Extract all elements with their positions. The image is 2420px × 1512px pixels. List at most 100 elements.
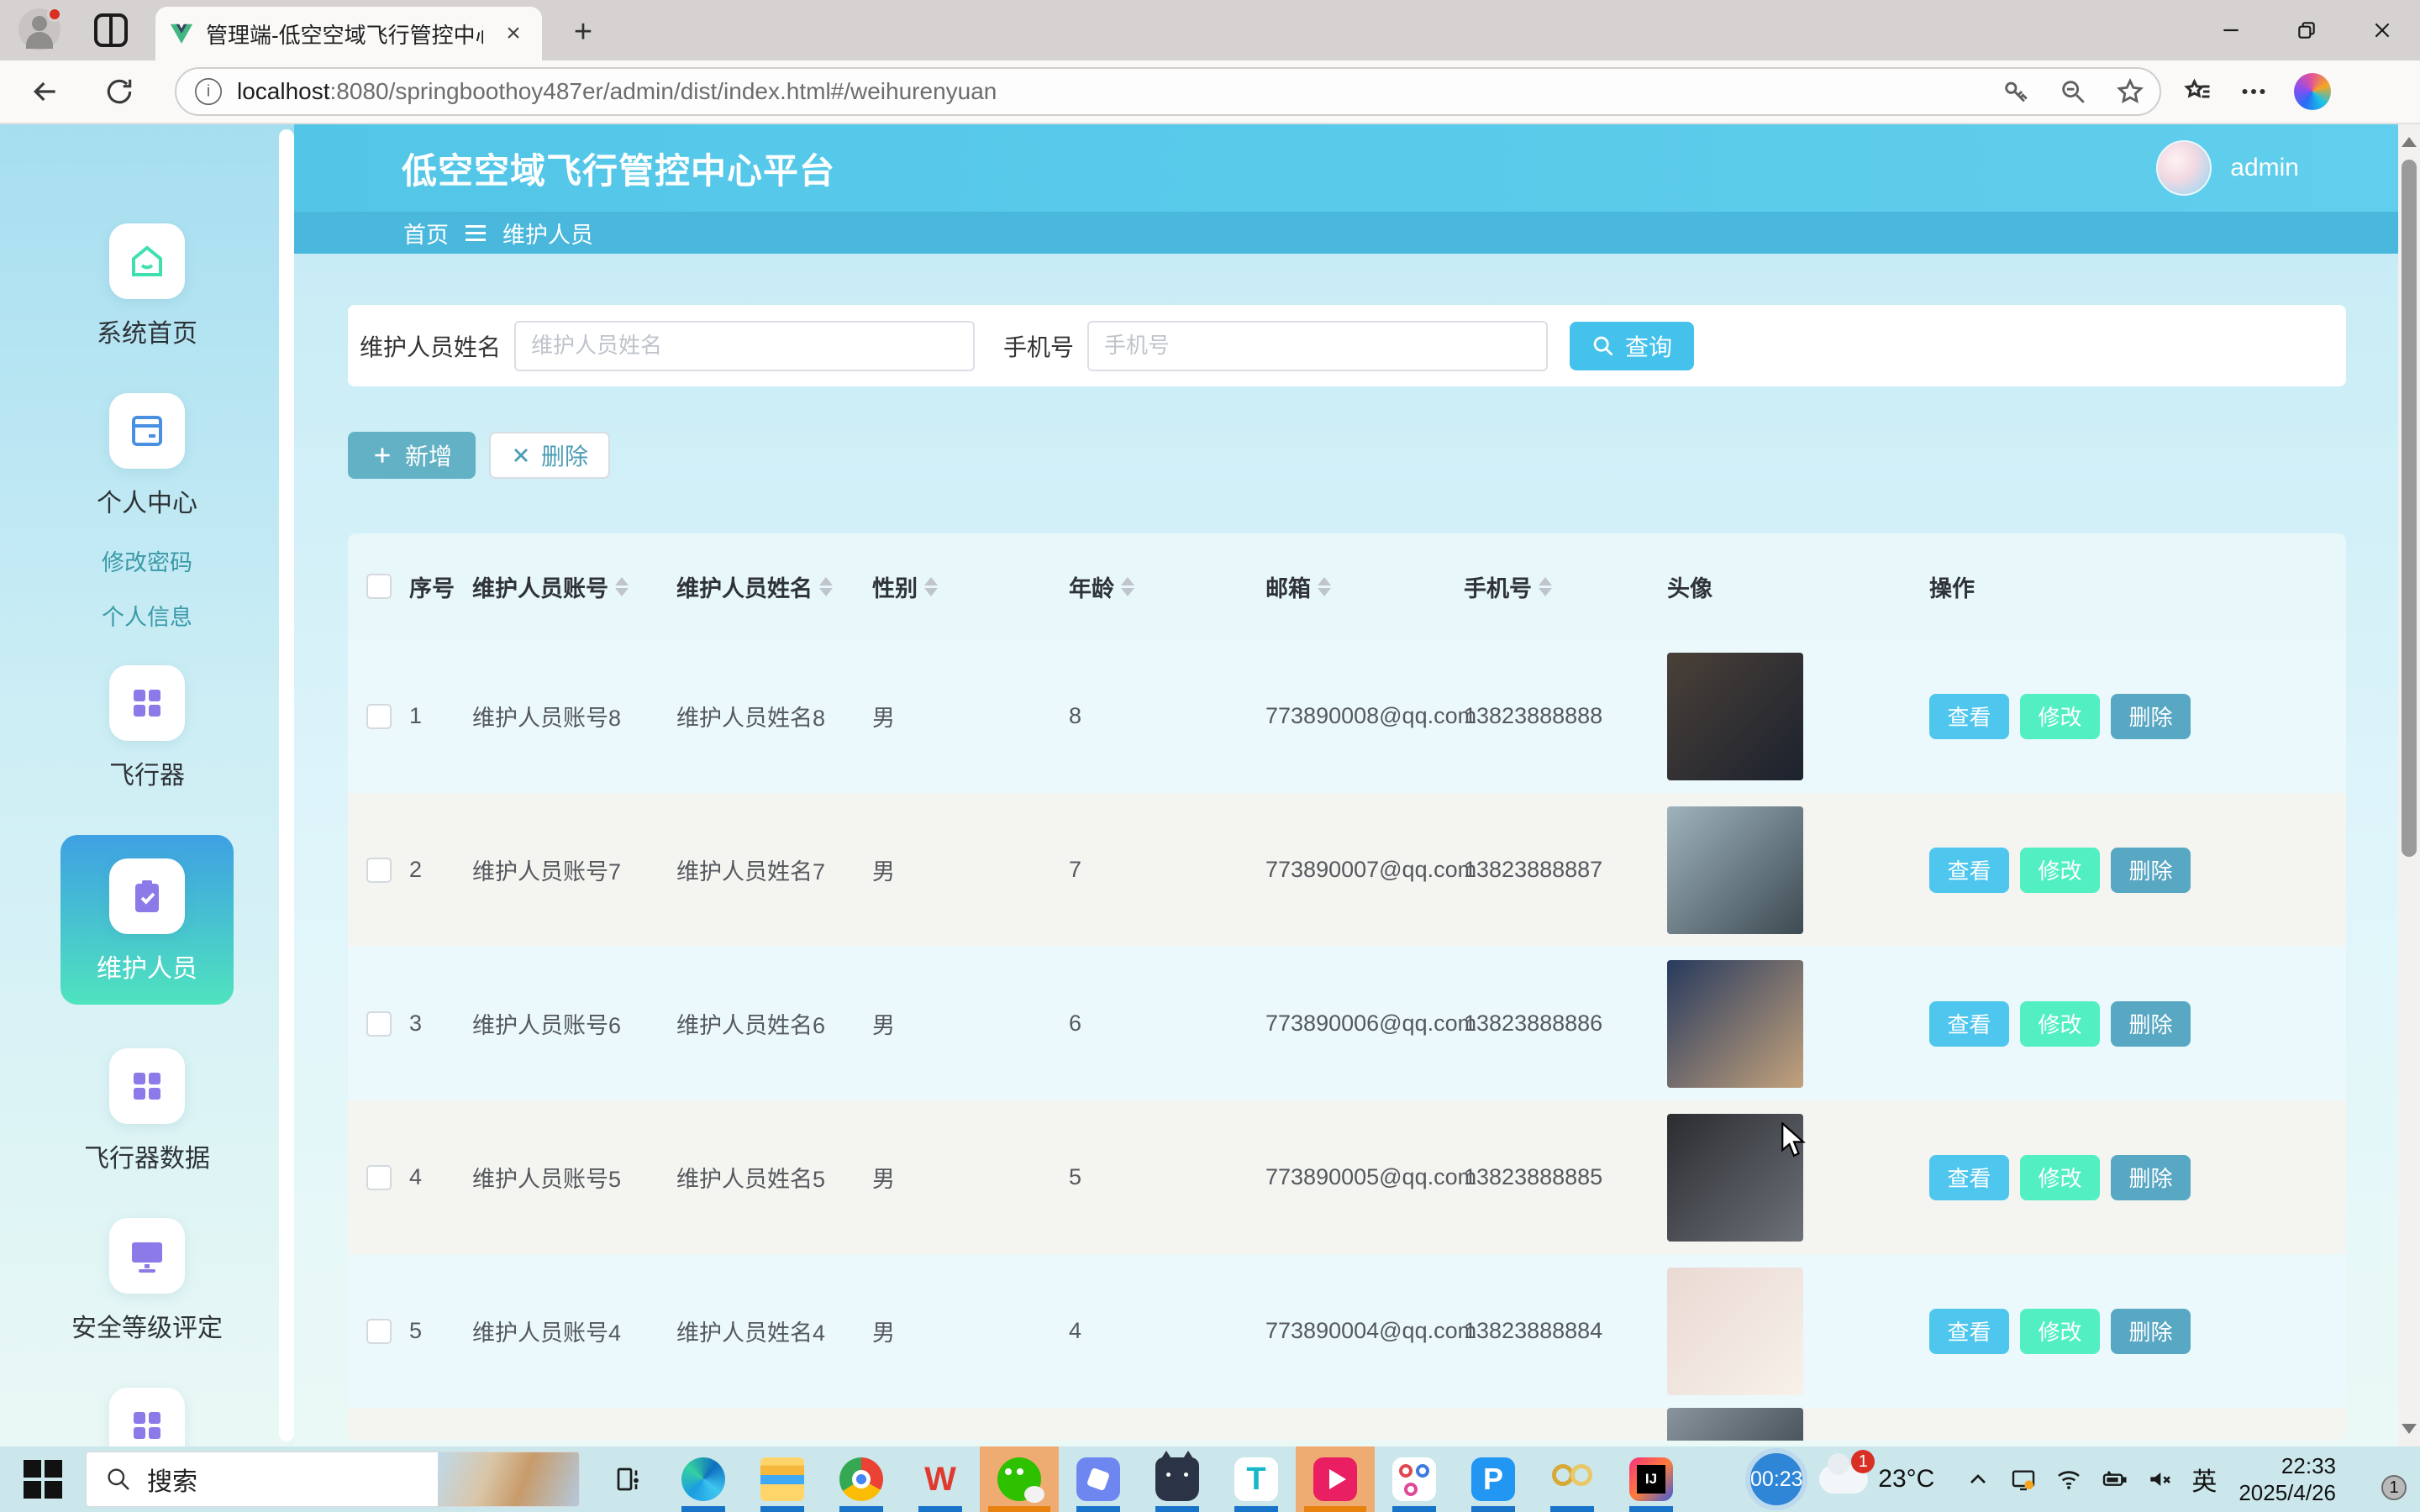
row-delete-button[interactable]: 删除 [2111,848,2191,893]
cast-icon[interactable] [2010,1466,2037,1493]
sidebar-item-aircraft-data[interactable]: 飞行器数据 [84,1048,210,1174]
site-info-icon[interactable]: i [195,78,222,105]
edit-button[interactable]: 修改 [2020,848,2100,893]
password-key-icon[interactable] [2002,77,2030,106]
row-delete-button[interactable]: 删除 [2111,1309,2191,1354]
query-button[interactable]: 查询 [1570,322,1694,370]
row-delete-button[interactable]: 删除 [2111,1001,2191,1047]
taskbar-edge[interactable] [673,1446,734,1512]
speaker-muted-icon[interactable] [2146,1466,2173,1493]
taskbar-clock[interactable]: 22:33 2025/4/26 [2238,1452,2336,1506]
start-button[interactable] [24,1460,62,1499]
url-text[interactable]: localhost:8080/springboothoy487er/admin/… [237,78,1988,105]
close-button[interactable] [2344,0,2420,60]
add-button[interactable]: 新增 [348,432,476,479]
name-filter-input[interactable] [514,321,975,371]
taskbar-t-app[interactable]: T [1226,1446,1286,1512]
sidebar-item-maintenance-staff[interactable]: 维护人员 [60,835,234,1005]
restore-button[interactable] [2269,0,2344,60]
sidebar-item-push-messages[interactable]: 推送消息 [97,1388,197,1446]
task-view-icon[interactable] [608,1459,649,1499]
row-checkbox[interactable] [366,1165,392,1190]
taskbar-wps[interactable]: W [910,1446,971,1512]
row-checkbox[interactable] [366,858,392,883]
copilot-icon[interactable] [2294,73,2331,110]
col-gender[interactable]: 性别 [872,570,1069,603]
user-box[interactable]: admin [2156,124,2299,212]
view-button[interactable]: 查看 [1929,848,2009,893]
taskbar-idea[interactable]: IJ [1621,1446,1681,1512]
favorites-bar-icon[interactable] [2183,76,2213,107]
sidebar-item-personal-center[interactable]: 个人中心 [97,393,197,519]
view-button[interactable]: 查看 [1929,1309,2009,1354]
col-phone[interactable]: 手机号 [1464,570,1667,603]
taskbar-p-app[interactable]: P [1463,1446,1523,1512]
sidebar-link-personal-info[interactable]: 个人信息 [102,599,192,632]
zoom-out-icon[interactable] [2059,77,2087,106]
edit-button[interactable]: 修改 [2020,694,2100,739]
scroll-down-arrow[interactable] [2398,1415,2420,1443]
phone-filter-input[interactable] [1087,321,1548,371]
refresh-button[interactable] [99,71,139,112]
row-delete-button[interactable]: 删除 [2111,694,2191,739]
taskbar-wechat[interactable] [980,1446,1059,1512]
scrollbar-thumb[interactable] [2402,160,2417,857]
avatar-photo[interactable] [1667,806,1803,934]
chevron-up-icon[interactable] [1965,1466,1991,1493]
tab-close-icon[interactable]: × [498,18,529,49]
col-age[interactable]: 年龄 [1069,570,1265,603]
workspaces-icon[interactable] [94,13,128,47]
new-tab-button[interactable]: + [565,13,602,50]
view-button[interactable]: 查看 [1929,1155,2009,1200]
page-scrollbar[interactable] [2398,124,2420,1446]
weather-widget[interactable]: 1 23°C [1819,1465,1934,1494]
sidebar-item-label: 安全等级评定 [71,1307,223,1344]
taskbar-knot-app[interactable] [1384,1446,1444,1512]
notification-center[interactable]: 1 [2361,1463,2398,1495]
taskbar-notes-app[interactable] [1068,1446,1128,1512]
scroll-up-arrow[interactable] [2398,128,2420,156]
search-highlight-image[interactable] [438,1452,579,1506]
user-avatar[interactable] [2156,140,2212,196]
battery-icon[interactable] [2101,1466,2128,1493]
select-all-checkbox[interactable] [366,574,392,599]
avatar-photo[interactable] [1667,653,1803,780]
avatar-photo[interactable] [1667,1408,1803,1441]
row-checkbox[interactable] [366,704,392,729]
sidebar-item-aircraft[interactable]: 飞行器 [109,665,185,791]
sidebar-item-system-home[interactable]: 系统首页 [97,223,197,349]
avatar-photo[interactable] [1667,1268,1803,1395]
browser-tab[interactable]: 管理端-低空空域飞行管控中心平台 × [155,7,542,60]
favorite-star-icon[interactable] [2116,77,2144,106]
wifi-icon[interactable] [2055,1466,2082,1493]
edit-button[interactable]: 修改 [2020,1309,2100,1354]
back-button[interactable] [25,71,66,112]
taskbar-rings-app[interactable] [1542,1446,1602,1512]
taskbar-pink-app[interactable] [1296,1446,1375,1512]
minimize-button[interactable] [2193,0,2269,60]
delete-button[interactable]: 删除 [489,432,610,479]
edit-button[interactable]: 修改 [2020,1155,2100,1200]
row-checkbox[interactable] [366,1319,392,1344]
sidebar-link-change-password[interactable]: 修改密码 [102,544,192,577]
taskbar-cat-app[interactable] [1147,1446,1207,1512]
taskbar-search[interactable]: 搜索 [86,1452,580,1507]
taskbar-file-explorer[interactable] [752,1446,813,1512]
col-email[interactable]: 邮箱 [1265,570,1464,603]
taskbar-chrome[interactable] [831,1446,892,1512]
row-delete-button[interactable]: 删除 [2111,1155,2191,1200]
view-button[interactable]: 查看 [1929,694,2009,739]
edit-button[interactable]: 修改 [2020,1001,2100,1047]
col-name[interactable]: 维护人员姓名 [676,570,872,603]
avatar-photo[interactable] [1667,960,1803,1088]
input-method-indicator[interactable]: 英 [2191,1461,2217,1498]
timer-widget[interactable]: 00:23 [1745,1448,1807,1510]
sidebar-item-safety-rating[interactable]: 安全等级评定 [71,1218,223,1344]
row-checkbox[interactable] [366,1011,392,1037]
breadcrumb-home[interactable]: 首页 [403,217,449,249]
settings-ellipsis-icon[interactable] [2238,76,2269,107]
col-account[interactable]: 维护人员账号 [472,570,676,603]
view-button[interactable]: 查看 [1929,1001,2009,1047]
address-bar[interactable]: i localhost:8080/springboothoy487er/admi… [175,67,2161,116]
browser-profile-avatar[interactable] [18,8,60,50]
